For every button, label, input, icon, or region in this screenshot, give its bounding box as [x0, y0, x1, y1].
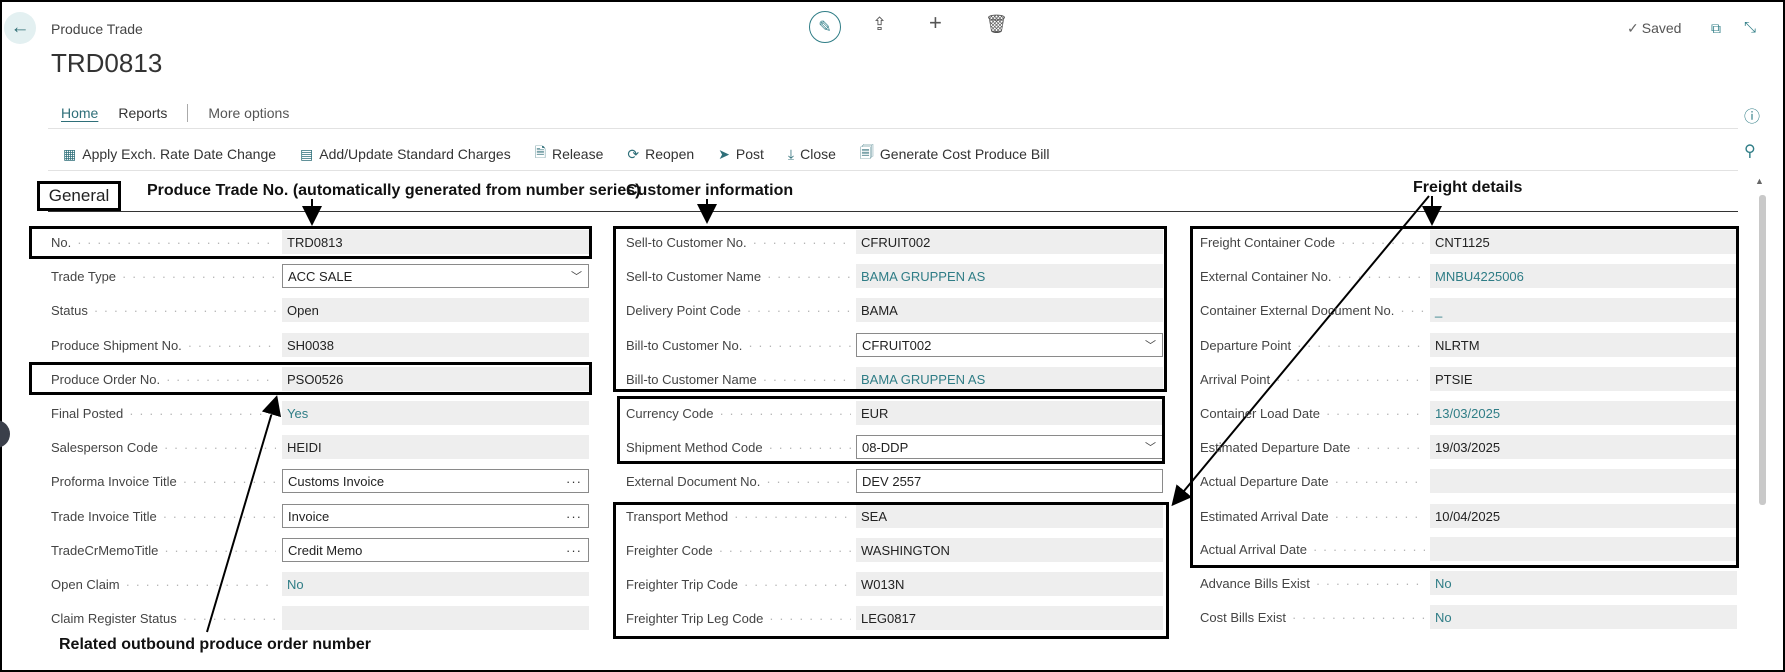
scroll-up-button[interactable]: ▲	[1755, 176, 1764, 186]
ellipsis-icon[interactable]: ···	[566, 509, 582, 524]
field-label: Advance Bills Exist	[1200, 571, 1425, 595]
external-document-no-input[interactable]: DEV 2557	[856, 469, 1163, 493]
status-field[interactable]: Open	[282, 298, 589, 322]
advance-bills-exist-field[interactable]: No	[1430, 571, 1737, 595]
field-label: Status	[51, 298, 276, 322]
highlight-produce-order-no	[29, 362, 592, 395]
trade-invoice-title-value: Invoice	[288, 508, 330, 524]
highlight-freight	[1190, 226, 1739, 568]
field-label: Final Posted	[51, 401, 276, 425]
trade-cr-memo-title-input[interactable]: Credit Memo ···	[282, 538, 589, 562]
highlight-currency-shipment	[617, 396, 1165, 464]
salesperson-code-field[interactable]: HEIDI	[282, 435, 589, 459]
trade-cr-memo-title-value: Credit Memo	[288, 542, 363, 558]
field-label: External Document No.	[626, 469, 851, 493]
open-claim-field[interactable]: No	[282, 572, 589, 596]
field-label: Salesperson Code	[51, 435, 276, 459]
ellipsis-icon[interactable]: ···	[566, 474, 582, 489]
field-label: Trade Invoice Title	[51, 504, 276, 528]
final-posted-field[interactable]: Yes	[282, 401, 589, 425]
field-label: Cost Bills Exist	[1200, 605, 1425, 629]
trade-type-select[interactable]: ACC SALE ﹀	[282, 264, 589, 288]
field-label: Proforma Invoice Title	[51, 469, 276, 493]
highlight-customer	[613, 226, 1167, 392]
highlight-no	[29, 226, 592, 259]
trade-invoice-title-input[interactable]: Invoice ···	[282, 504, 589, 528]
ellipsis-icon[interactable]: ···	[566, 543, 582, 558]
proforma-invoice-title-value: Customs Invoice	[288, 473, 385, 489]
field-label: Trade Type	[51, 264, 276, 288]
field-label: TradeCrMemoTitle	[51, 538, 276, 562]
produce-shipment-no-field[interactable]: SH0038	[282, 333, 589, 357]
cost-bills-exist-field[interactable]: No	[1430, 605, 1737, 629]
trade-type-value: ACC SALE	[288, 268, 353, 284]
field-label: Claim Register Status	[51, 606, 276, 630]
proforma-invoice-title-input[interactable]: Customs Invoice ···	[282, 469, 589, 493]
highlight-transport	[613, 502, 1169, 639]
scrollbar-thumb[interactable]	[1759, 195, 1766, 505]
field-label: Produce Shipment No.	[51, 333, 276, 357]
chevron-down-icon: ﹀	[571, 271, 582, 283]
field-label: Open Claim	[51, 572, 276, 596]
claim-register-status-field[interactable]	[282, 606, 589, 630]
